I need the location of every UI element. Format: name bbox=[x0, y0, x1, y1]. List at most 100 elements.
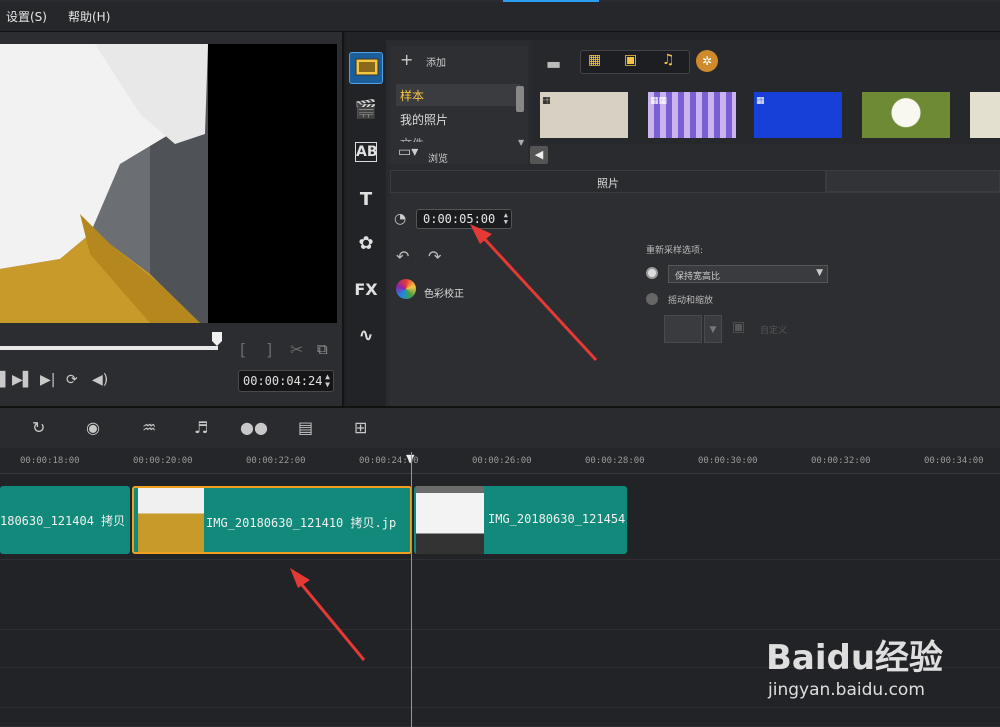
clip-thumbnail bbox=[138, 488, 204, 552]
scrub-handle[interactable] bbox=[211, 332, 223, 346]
photo-filter-icon[interactable]: ▣ bbox=[624, 52, 637, 68]
media-icon bbox=[355, 58, 379, 76]
window-accent-line bbox=[503, 0, 599, 2]
next-frame-icon[interactable]: ▶▌ bbox=[12, 372, 34, 388]
clip-thumbnail bbox=[416, 486, 484, 554]
ruler-tick: 00:00:34:00 bbox=[924, 456, 984, 466]
watermark-brand: Baidu经验 bbox=[766, 638, 944, 678]
browse-icon[interactable]: ▭▾ bbox=[398, 144, 418, 160]
menu-settings[interactable]: 设置(S) bbox=[6, 8, 47, 25]
auto-music-icon[interactable]: ♬ bbox=[194, 418, 208, 437]
transition-icon[interactable]: AB bbox=[355, 142, 378, 162]
resample-title: 重新采样选项: bbox=[646, 246, 704, 256]
menu-top-line bbox=[0, 0, 1000, 2]
redo-icon[interactable]: ↻ bbox=[32, 418, 45, 437]
subtitle-editor-icon[interactable]: ▤ bbox=[298, 418, 313, 437]
rotate-right-icon[interactable]: ↷ bbox=[428, 247, 441, 266]
chevron-down-icon: ▼ bbox=[816, 268, 823, 278]
preview-panel: [ ] ✂ ⧉ ▌ ▶▌ ▶| ⟳ ◀) 00:00:04:24 ▲ ▼ bbox=[0, 32, 344, 406]
ruler-tick: 00:00:22:00 bbox=[246, 456, 306, 466]
browse-label[interactable]: 浏览 bbox=[428, 150, 448, 165]
sound-mixer-icon[interactable]: ♒ bbox=[142, 418, 156, 437]
watermark-url: jingyan.baidu.com bbox=[768, 680, 925, 700]
tab-photo[interactable]: 照片 bbox=[390, 170, 826, 192]
add-label[interactable]: 添加 bbox=[426, 54, 446, 69]
enlarge-icon[interactable]: ⧉ bbox=[317, 340, 328, 358]
menu-bar: 设置(S) 帮助(H) bbox=[0, 0, 1000, 32]
timecode-value: 00:00:04:24 bbox=[243, 374, 323, 388]
customize-label: 自定义 bbox=[760, 326, 788, 336]
panel-grip[interactable] bbox=[346, 32, 1000, 40]
record-capture-icon[interactable]: ◉ bbox=[86, 418, 100, 437]
motion-path-icon[interactable]: ∿ bbox=[352, 322, 380, 350]
playhead-line[interactable] bbox=[411, 452, 412, 727]
folder-samples[interactable]: 样本 bbox=[396, 84, 520, 106]
watermark: Baidu经验 jingyan.baidu.com bbox=[766, 616, 986, 706]
volume-icon[interactable]: ◀) bbox=[92, 372, 108, 388]
clip-label: IMG_20180630_121410 拷贝.jp bbox=[206, 516, 397, 530]
title-icon[interactable]: T bbox=[352, 186, 380, 214]
scroll-down-icon[interactable]: ▼ bbox=[518, 138, 524, 147]
clip-label: 180630_121404 拷贝 bbox=[0, 514, 126, 528]
video-filter-icon[interactable]: ▦ bbox=[588, 52, 601, 68]
annotation-arrow bbox=[290, 568, 366, 661]
folder-icon[interactable]: ▬ bbox=[546, 54, 561, 73]
ruler-tick: 00:00:20:00 bbox=[133, 456, 193, 466]
timecode-field[interactable]: 00:00:04:24 ▲ ▼ bbox=[238, 370, 334, 392]
ruler-tick: 00:00:26:00 bbox=[472, 456, 532, 466]
color-wheel-icon[interactable] bbox=[396, 279, 416, 299]
keep-aspect-radio[interactable] bbox=[646, 267, 658, 279]
preview-window bbox=[0, 44, 337, 323]
ruler-tick: 00:00:30:00 bbox=[698, 456, 758, 466]
ruler-tick: 00:00:28:00 bbox=[585, 456, 645, 466]
ruler-tick: 00:00:32:00 bbox=[811, 456, 871, 466]
pan-zoom-label: 摇动和缩放 bbox=[668, 296, 714, 306]
graphic-icon[interactable]: ✿ bbox=[352, 230, 380, 258]
video-badge-icon: ▦▦ bbox=[650, 96, 668, 106]
keep-aspect-dropdown[interactable]: 保持宽高比 ▼ bbox=[668, 265, 828, 283]
rotate-left-icon[interactable]: ↶ bbox=[396, 247, 409, 266]
library-panel: 🎬 AB T ✿ FX ∿ + 添加 样本 我的照片 文件 ▼ ▭▾ 浏览 ◀ … bbox=[346, 32, 1000, 406]
mark-out-icon[interactable]: ] bbox=[266, 340, 272, 359]
scissors-icon[interactable]: ✂ bbox=[290, 340, 303, 359]
play-icon[interactable]: ▌ bbox=[0, 372, 11, 388]
scrub-bar[interactable] bbox=[0, 346, 218, 350]
media-thumbnail[interactable] bbox=[754, 92, 842, 138]
mark-in-icon[interactable]: [ bbox=[240, 340, 246, 359]
preview-photo bbox=[0, 44, 208, 323]
timecode-spinner-icon[interactable]: ▲ ▼ bbox=[325, 373, 330, 389]
audio-filter-icon[interactable]: ♫ bbox=[662, 52, 675, 68]
pan-zoom-preset bbox=[664, 315, 702, 343]
media-thumbnail[interactable] bbox=[970, 92, 1000, 138]
folder-my-photos[interactable]: 我的照片 bbox=[396, 108, 520, 130]
skip-end-icon[interactable]: ▶| bbox=[40, 372, 55, 388]
tab-attribute[interactable] bbox=[826, 170, 1000, 192]
customize-icon: ▣ bbox=[732, 319, 746, 335]
instant-project-icon[interactable]: 🎬 bbox=[352, 96, 380, 124]
music-track bbox=[0, 708, 1000, 727]
media-thumbnail[interactable] bbox=[862, 92, 950, 138]
timeline-clip[interactable]: IMG_20180630_121454 bbox=[414, 486, 627, 554]
repeat-icon[interactable]: ⟳ bbox=[66, 372, 78, 388]
timeline-clip-selected[interactable]: IMG_20180630_121410 拷贝.jp bbox=[132, 486, 412, 554]
duration-clock-icon: ◔ bbox=[394, 211, 407, 227]
annotation-arrow bbox=[470, 224, 598, 362]
ruler-tick: 00:00:18:00 bbox=[20, 456, 80, 466]
folder-scrollbar[interactable] bbox=[516, 86, 524, 112]
add-icon[interactable]: + bbox=[400, 50, 413, 69]
color-correction-label[interactable]: 色彩校正 bbox=[424, 285, 464, 300]
folder-files[interactable]: 文件 bbox=[396, 132, 520, 142]
multi-camera-icon[interactable]: ⊞ bbox=[354, 418, 367, 437]
video-badge-icon: ▦ bbox=[542, 96, 551, 106]
preset-dropdown-icon: ▼ bbox=[704, 315, 722, 343]
media-tool-button[interactable] bbox=[349, 52, 383, 84]
scroll-left-icon[interactable]: ◀ bbox=[530, 146, 548, 164]
timeline-clip[interactable]: 180630_121404 拷贝 bbox=[0, 486, 130, 554]
sort-icon[interactable]: ✲ bbox=[696, 50, 718, 72]
fx-icon[interactable]: FX bbox=[352, 276, 380, 304]
motion-tracking-icon[interactable]: ●● bbox=[240, 418, 268, 437]
media-thumbnail[interactable] bbox=[540, 92, 628, 138]
pan-zoom-radio[interactable] bbox=[646, 293, 658, 305]
menu-help[interactable]: 帮助(H) bbox=[68, 8, 110, 25]
keep-aspect-label: 保持宽高比 bbox=[675, 272, 721, 282]
